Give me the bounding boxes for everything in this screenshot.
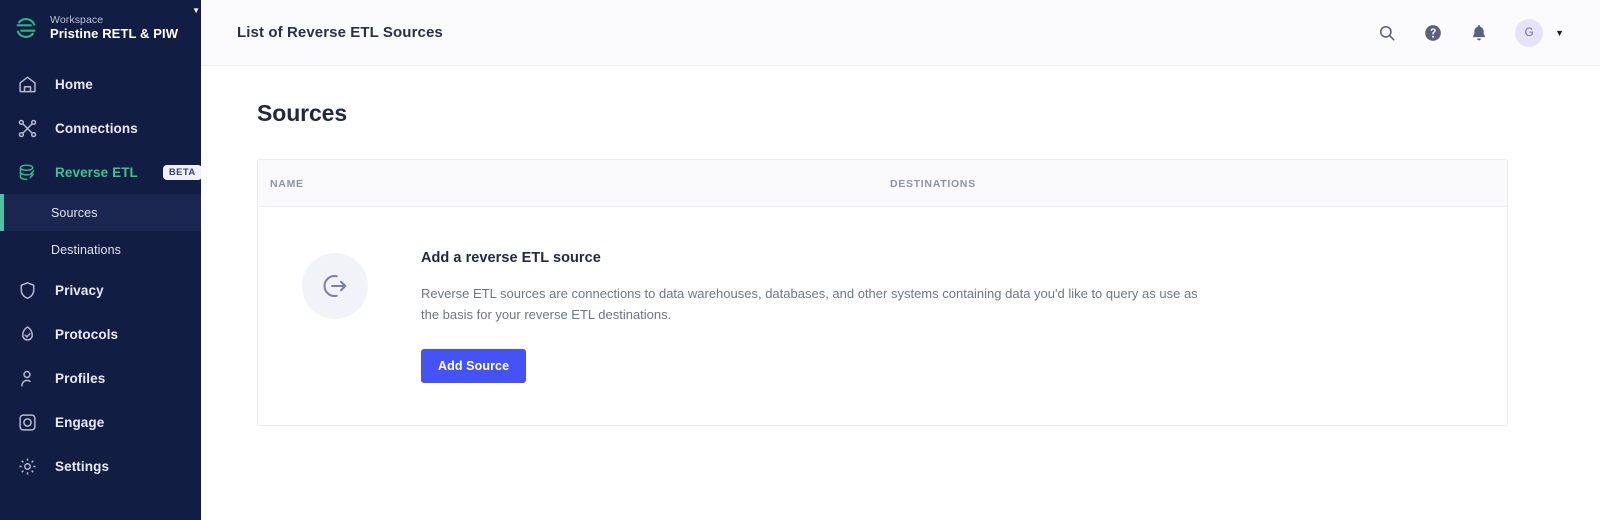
column-header-name: NAME bbox=[270, 178, 304, 190]
empty-state-body: Add a reverse ETL source Reverse ETL sou… bbox=[421, 247, 1203, 383]
sidebar-item-label: Settings bbox=[55, 459, 109, 474]
protocols-icon bbox=[17, 324, 38, 345]
workspace-name: Pristine RETL & PIW bbox=[50, 27, 178, 42]
sidebar-item-profiles[interactable]: Profiles bbox=[0, 356, 201, 400]
page-header-title: List of Reverse ETL Sources bbox=[237, 24, 443, 41]
sidebar-subnav: Sources Destinations bbox=[0, 194, 201, 268]
sidebar: Workspace Pristine RETL & PIW ▼ Home bbox=[0, 0, 201, 520]
chevron-down-icon[interactable]: ▼ bbox=[192, 6, 200, 15]
gear-icon bbox=[17, 456, 38, 477]
connections-icon bbox=[17, 118, 38, 139]
sidebar-item-sources[interactable]: Sources bbox=[0, 194, 201, 231]
sidebar-item-engage[interactable]: Engage bbox=[0, 400, 201, 444]
sources-table-card: NAME DESTINATIONS Ad bbox=[257, 159, 1508, 426]
sidebar-nav: Home Connections bbox=[0, 62, 201, 488]
chevron-down-icon[interactable]: ▼ bbox=[1555, 28, 1564, 38]
arrow-exit-circle-icon bbox=[302, 253, 368, 319]
empty-state-title: Add a reverse ETL source bbox=[421, 250, 1203, 266]
content-area: Sources NAME DESTINATIONS bbox=[201, 66, 1600, 426]
empty-state-description: Reverse ETL sources are connections to d… bbox=[421, 283, 1203, 325]
sidebar-item-label: Protocols bbox=[55, 327, 118, 342]
notifications-bell-icon[interactable] bbox=[1469, 23, 1489, 43]
sidebar-item-label: Reverse ETL bbox=[55, 165, 138, 180]
sidebar-item-destinations[interactable]: Destinations bbox=[0, 231, 201, 268]
sidebar-item-label: Home bbox=[55, 77, 93, 92]
sidebar-item-label: Privacy bbox=[55, 283, 104, 298]
sidebar-item-protocols[interactable]: Protocols bbox=[0, 312, 201, 356]
sidebar-subitem-label: Destinations bbox=[51, 243, 121, 257]
empty-state: Add a reverse ETL source Reverse ETL sou… bbox=[258, 207, 1507, 425]
workspace-switcher[interactable]: Workspace Pristine RETL & PIW ▼ bbox=[0, 0, 201, 56]
person-icon bbox=[17, 368, 38, 389]
table-header-row: NAME DESTINATIONS bbox=[258, 160, 1507, 207]
sidebar-subitem-label: Sources bbox=[51, 206, 98, 220]
sidebar-item-label: Engage bbox=[55, 415, 104, 430]
status-badge: BETA bbox=[163, 165, 202, 180]
page-title: Sources bbox=[257, 100, 1544, 127]
sidebar-item-label: Connections bbox=[55, 121, 138, 136]
shield-icon bbox=[17, 280, 38, 301]
home-icon bbox=[17, 74, 38, 95]
topbar-actions: G ▼ bbox=[1377, 19, 1564, 47]
segment-logo-icon bbox=[14, 16, 38, 40]
avatar[interactable]: G bbox=[1515, 19, 1543, 47]
engage-icon bbox=[17, 412, 38, 433]
workspace-label: Workspace bbox=[50, 15, 178, 27]
main-area: List of Reverse ETL Sources bbox=[201, 0, 1600, 520]
sidebar-item-settings[interactable]: Settings bbox=[0, 444, 201, 488]
sidebar-item-privacy[interactable]: Privacy bbox=[0, 268, 201, 312]
add-source-button[interactable]: Add Source bbox=[421, 349, 526, 383]
sidebar-item-label: Profiles bbox=[55, 371, 105, 386]
app-root: Workspace Pristine RETL & PIW ▼ Home bbox=[0, 0, 1600, 520]
help-icon[interactable] bbox=[1423, 23, 1443, 43]
database-arrow-icon bbox=[17, 162, 38, 183]
sidebar-item-reverse-etl[interactable]: Reverse ETL BETA bbox=[0, 150, 201, 194]
sidebar-item-connections[interactable]: Connections bbox=[0, 106, 201, 150]
sidebar-item-home[interactable]: Home bbox=[0, 62, 201, 106]
column-header-destinations: DESTINATIONS bbox=[890, 178, 976, 190]
search-icon[interactable] bbox=[1377, 23, 1397, 43]
topbar: List of Reverse ETL Sources bbox=[201, 0, 1600, 66]
